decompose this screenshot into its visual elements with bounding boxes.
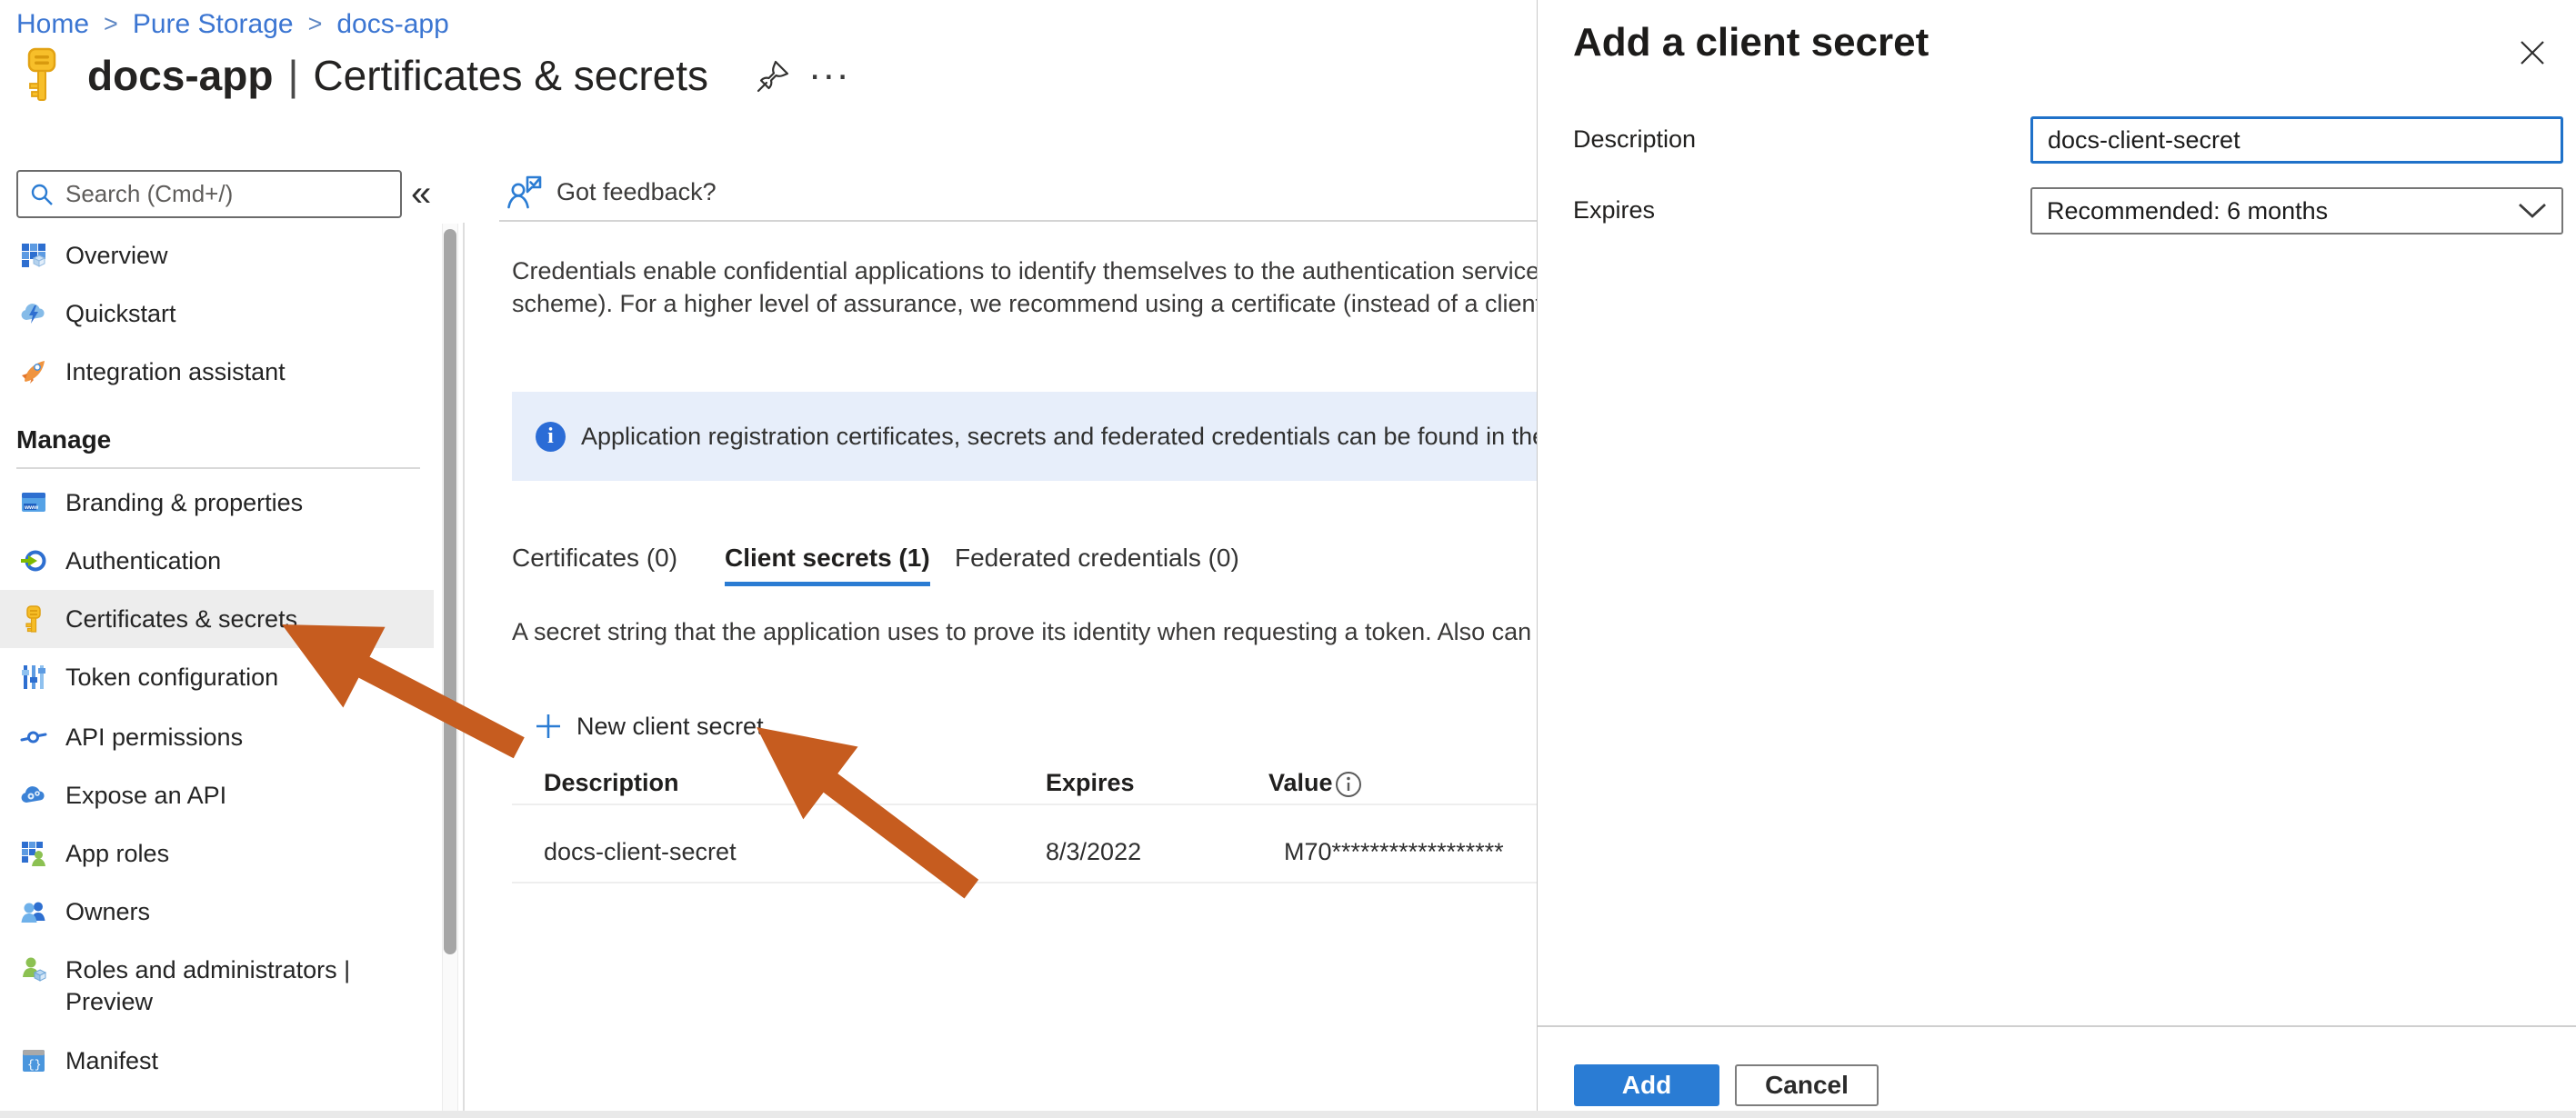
more-options-button[interactable]: ...: [809, 44, 851, 89]
divider: [463, 223, 465, 1118]
info-icon: i: [536, 422, 566, 452]
sidebar-item-api-permissions[interactable]: API permissions: [0, 708, 434, 766]
sidebar-item-authentication[interactable]: Authentication: [0, 532, 434, 590]
scrollbar-thumb[interactable]: [444, 229, 456, 954]
azure-portal-page: Home > Pure Storage > docs-app docs-app|…: [0, 0, 2576, 1118]
arrow-to-new-client-secret: [729, 691, 999, 925]
sidebar-item-integration-assistant[interactable]: Integration assistant: [0, 343, 434, 401]
expires-select[interactable]: Recommended: 6 months: [2030, 187, 2563, 235]
sidebar-item-branding-properties[interactable]: www Branding & properties: [0, 474, 434, 532]
cancel-button[interactable]: Cancel: [1735, 1064, 1879, 1106]
sidebar-item-label: App roles: [65, 840, 169, 868]
expires-label: Expires: [1573, 196, 1655, 225]
sidebar-item-label: Roles and administrators | Preview: [65, 954, 350, 1018]
cloud-gears-icon: [20, 782, 47, 809]
column-header-description: Description: [544, 769, 679, 797]
got-feedback-button[interactable]: Got feedback?: [506, 173, 717, 211]
table-divider: [512, 804, 1537, 805]
info-banner-text: Application registration certificates, s…: [581, 392, 1537, 481]
sidebar-item-label: API permissions: [65, 724, 243, 752]
feedback-icon: [506, 173, 544, 211]
sidebar-item-label: Expose an API: [65, 782, 226, 810]
sidebar-item-quickstart[interactable]: Quickstart: [0, 284, 434, 343]
svg-text:{}: {}: [27, 1058, 42, 1072]
intro-text: Credentials enable confidential applicat…: [512, 255, 1537, 320]
sidebar-item-manifest[interactable]: {} Manifest: [0, 1032, 434, 1090]
divider: [499, 220, 1537, 222]
key-icon: [20, 605, 47, 633]
sliders-icon: [20, 664, 47, 691]
overview-icon: [20, 242, 47, 269]
client-secrets-description: A secret string that the application use…: [512, 618, 1537, 646]
description-input[interactable]: [2030, 116, 2563, 164]
sidebar-item-owners[interactable]: Owners: [0, 883, 434, 941]
sidebar-item-label: Authentication: [65, 547, 221, 575]
add-button[interactable]: Add: [1574, 1064, 1719, 1106]
person-cube-icon: [20, 954, 47, 982]
info-banner: i Application registration certificates,…: [512, 392, 1537, 481]
sidebar-item-label: Certificates & secrets: [65, 605, 297, 634]
sign-in-icon: [20, 547, 47, 574]
divider: [16, 467, 420, 469]
column-header-value: Value: [1268, 769, 1333, 797]
sidebar-item-label: Quickstart: [65, 300, 176, 328]
sidebar-item-certificates-secrets[interactable]: Certificates & secrets: [0, 590, 434, 648]
browser-icon: www: [20, 489, 47, 516]
sidebar-item-label: Integration assistant: [65, 358, 286, 386]
sidebar-section-manage: Manage: [16, 425, 111, 454]
divider: [1538, 1025, 2576, 1027]
cell-value: M70******************: [1284, 838, 1504, 866]
sidebar-scrollbar[interactable]: [442, 224, 458, 1118]
plus-icon: [535, 713, 562, 740]
new-client-secret-label: New client secret: [576, 713, 764, 741]
plug-icon: [20, 724, 47, 751]
sidebar-item-overview[interactable]: Overview: [0, 226, 434, 284]
expires-selected-value: Recommended: 6 months: [2047, 197, 2328, 225]
sidebar-item-expose-an-api[interactable]: Expose an API: [0, 766, 434, 824]
new-client-secret-button[interactable]: New client secret: [535, 705, 764, 747]
code-file-icon: {}: [20, 1047, 47, 1074]
pin-icon[interactable]: [755, 58, 791, 95]
sidebar-item-label: Overview: [65, 242, 168, 270]
tab-certificates[interactable]: Certificates (0): [512, 540, 677, 582]
people-icon: [20, 898, 47, 925]
cell-description: docs-client-secret: [544, 838, 737, 866]
sidebar: Overview Quickstart Integration assi: [0, 0, 434, 1118]
chevron-down-icon: [2518, 203, 2547, 219]
svg-text:www: www: [24, 504, 39, 511]
sidebar-item-app-roles[interactable]: App roles: [0, 824, 434, 883]
description-label: Description: [1573, 125, 1696, 154]
close-icon[interactable]: [2516, 36, 2549, 69]
cell-expires: 8/3/2022: [1046, 838, 1141, 866]
sidebar-item-label: Token configuration: [65, 664, 278, 692]
add-client-secret-panel: Add a client secret Description Expires …: [1537, 0, 2576, 1118]
rocket-icon: [20, 358, 47, 385]
column-header-expires: Expires: [1046, 769, 1135, 797]
sidebar-item-label: Owners: [65, 898, 150, 926]
value-info-icon[interactable]: [1334, 770, 1363, 799]
panel-title: Add a client secret: [1573, 20, 1929, 65]
table-divider: [512, 882, 1537, 883]
sidebar-item-label: Branding & properties: [65, 489, 303, 517]
sidebar-item-token-configuration[interactable]: Token configuration: [0, 648, 434, 706]
tab-client-secrets[interactable]: Client secrets (1): [725, 540, 930, 586]
tab-federated-credentials[interactable]: Federated credentials (0): [955, 540, 1239, 582]
window-bottom-edge: [0, 1111, 2576, 1118]
sidebar-item-label: Manifest: [65, 1047, 158, 1075]
grid-person-icon: [20, 840, 47, 867]
quickstart-icon: [20, 300, 47, 327]
sidebar-item-roles-and-administrators[interactable]: Roles and administrators | Preview: [0, 942, 434, 1033]
got-feedback-label: Got feedback?: [556, 178, 717, 206]
